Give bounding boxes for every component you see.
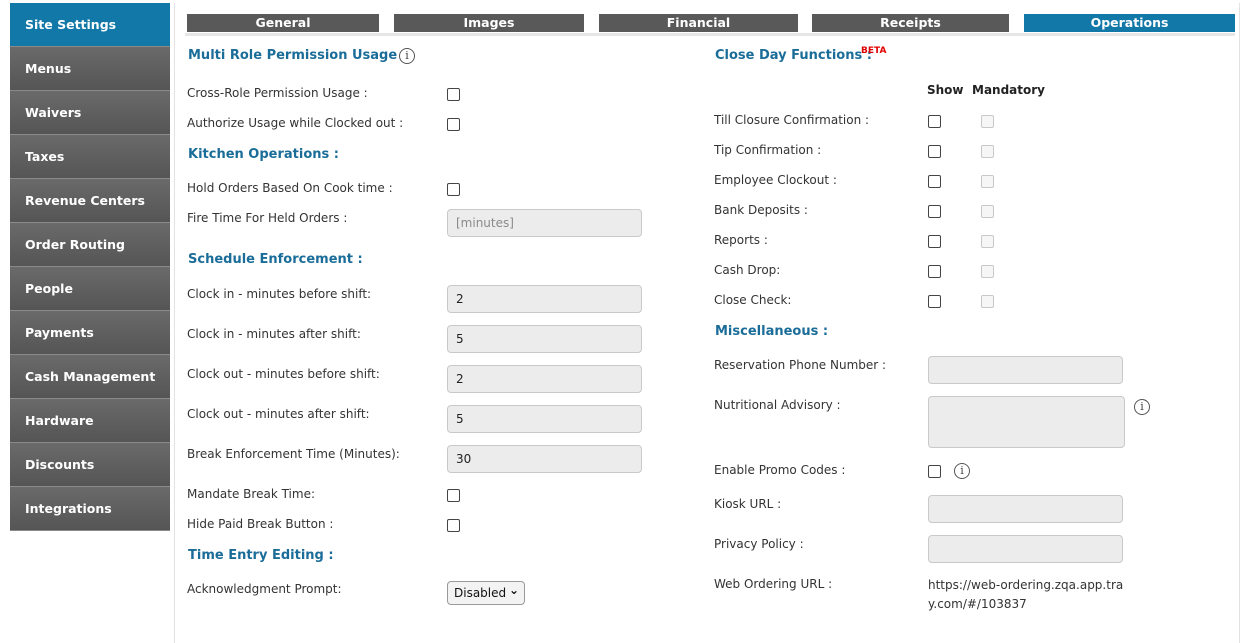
mandatory-column-header: Mandatory <box>972 83 1045 97</box>
cross-role-label: Cross-Role Permission Usage : <box>187 86 368 100</box>
close-check-label: Close Check: <box>714 293 792 307</box>
web-ordering-url-value: https://web-ordering.zqa.app.tray.com/#/… <box>928 578 1124 611</box>
cash-drop-show-checkbox[interactable] <box>928 265 941 278</box>
reports-mandatory-checkbox <box>981 235 994 248</box>
enable-promo-label: Enable Promo Codes : <box>714 463 846 477</box>
sidebar-item-taxes[interactable]: Taxes <box>10 135 170 179</box>
close-check-mandatory-checkbox <box>981 295 994 308</box>
cross-role-checkbox[interactable] <box>447 88 460 101</box>
tab-receipts[interactable]: Receipts <box>812 14 1009 32</box>
hide-paid-break-checkbox[interactable] <box>447 519 460 532</box>
fire-time-input[interactable]: [minutes] <box>447 209 642 237</box>
tip-confirmation-show-checkbox[interactable] <box>928 145 941 158</box>
sidebar-item-discounts[interactable]: Discounts <box>10 443 170 487</box>
hide-paid-break-label: Hide Paid Break Button : <box>187 517 334 531</box>
sidebar-item-site-settings[interactable]: Site Settings <box>10 3 170 47</box>
cash-drop-label: Cash Drop: <box>714 263 781 277</box>
tab-financial[interactable]: Financial <box>599 14 798 32</box>
hold-orders-label: Hold Orders Based On Cook time : <box>187 181 393 195</box>
mandate-break-label: Mandate Break Time: <box>187 487 315 501</box>
kitchen-operations-heading: Kitchen Operations : <box>188 147 339 162</box>
till-closure-label: Till Closure Confirmation : <box>714 113 870 127</box>
sidebar-item-order-routing[interactable]: Order Routing <box>10 223 170 267</box>
schedule-enforcement-heading: Schedule Enforcement : <box>188 252 363 267</box>
break-time-input[interactable]: 30 <box>447 445 642 473</box>
tip-confirmation-label: Tip Confirmation : <box>714 143 822 157</box>
bank-deposits-mandatory-checkbox <box>981 205 994 218</box>
reservation-phone-input[interactable] <box>928 356 1123 384</box>
tab-images[interactable]: Images <box>394 14 584 32</box>
clock-in-before-input[interactable]: 2 <box>447 285 642 313</box>
break-time-label: Break Enforcement Time (Minutes): <box>187 447 400 461</box>
clock-out-after-input[interactable]: 5 <box>447 405 642 433</box>
clock-in-before-label: Clock in - minutes before shift: <box>187 287 372 301</box>
kiosk-url-input[interactable] <box>928 495 1123 523</box>
reports-label: Reports : <box>714 233 768 247</box>
employee-clockout-label: Employee Clockout : <box>714 173 837 187</box>
sidebar-item-people[interactable]: People <box>10 267 170 311</box>
clock-out-before-input[interactable]: 2 <box>447 365 642 393</box>
till-closure-mandatory-checkbox <box>981 115 994 128</box>
privacy-policy-label: Privacy Policy : <box>714 537 804 551</box>
web-ordering-url-label: Web Ordering URL : <box>714 577 833 591</box>
ack-prompt-value: Disabled <box>454 586 507 600</box>
sidebar-item-hardware[interactable]: Hardware <box>10 399 170 443</box>
till-closure-show-checkbox[interactable] <box>928 115 941 128</box>
reservation-phone-label: Reservation Phone Number : <box>714 358 887 372</box>
nutritional-advisory-label: Nutritional Advisory : <box>714 398 841 412</box>
sidebar-item-integrations[interactable]: Integrations <box>10 487 170 531</box>
bank-deposits-show-checkbox[interactable] <box>928 205 941 218</box>
tab-bar: General Images Financial Receipts Operat… <box>175 14 1241 36</box>
show-column-header: Show <box>927 83 964 97</box>
kiosk-url-label: Kiosk URL : <box>714 497 782 511</box>
multi-role-info-icon[interactable]: i <box>399 48 415 64</box>
privacy-policy-input[interactable] <box>928 535 1123 563</box>
sidebar-item-menus[interactable]: Menus <box>10 47 170 91</box>
close-check-show-checkbox[interactable] <box>928 295 941 308</box>
time-entry-heading: Time Entry Editing : <box>188 548 334 563</box>
mandate-break-checkbox[interactable] <box>447 489 460 502</box>
nutritional-advisory-info-icon[interactable]: i <box>1134 399 1150 415</box>
nutritional-advisory-textarea[interactable] <box>928 396 1125 448</box>
employee-clockout-mandatory-checkbox <box>981 175 994 188</box>
close-day-heading: Close Day Functions : <box>715 48 872 63</box>
multi-role-heading: Multi Role Permission Usage : <box>188 48 407 63</box>
sidebar-nav: Site Settings Menus Waivers Taxes Revenu… <box>10 3 170 531</box>
sidebar-item-revenue-centers[interactable]: Revenue Centers <box>10 179 170 223</box>
sidebar-item-cash-management[interactable]: Cash Management <box>10 355 170 399</box>
beta-badge: BETA <box>861 46 887 56</box>
ack-prompt-label: Acknowledgment Prompt: <box>187 582 342 596</box>
settings-panel: General Images Financial Receipts Operat… <box>174 3 1240 643</box>
clock-out-after-label: Clock out - minutes after shift: <box>187 407 370 421</box>
tab-general[interactable]: General <box>187 14 379 32</box>
miscellaneous-heading: Miscellaneous : <box>715 324 829 339</box>
ack-prompt-select[interactable]: Disabled ⌄ <box>447 581 525 605</box>
enable-promo-checkbox[interactable] <box>928 465 941 478</box>
employee-clockout-show-checkbox[interactable] <box>928 175 941 188</box>
enable-promo-info-icon[interactable]: i <box>954 463 970 479</box>
clock-in-after-label: Clock in - minutes after shift: <box>187 327 361 341</box>
tip-confirmation-mandatory-checkbox <box>981 145 994 158</box>
authorize-clocked-out-checkbox[interactable] <box>447 118 460 131</box>
bank-deposits-label: Bank Deposits : <box>714 203 808 217</box>
sidebar-item-payments[interactable]: Payments <box>10 311 170 355</box>
sidebar-item-waivers[interactable]: Waivers <box>10 91 170 135</box>
authorize-clocked-out-label: Authorize Usage while Clocked out : <box>187 116 404 130</box>
chevron-down-icon: ⌄ <box>508 583 519 597</box>
reports-show-checkbox[interactable] <box>928 235 941 248</box>
cash-drop-mandatory-checkbox <box>981 265 994 278</box>
clock-in-after-input[interactable]: 5 <box>447 325 642 353</box>
hold-orders-checkbox[interactable] <box>447 183 460 196</box>
fire-time-label: Fire Time For Held Orders : <box>187 211 348 225</box>
tab-underline <box>185 33 1235 36</box>
tab-operations[interactable]: Operations <box>1024 14 1235 32</box>
clock-out-before-label: Clock out - minutes before shift: <box>187 367 380 381</box>
